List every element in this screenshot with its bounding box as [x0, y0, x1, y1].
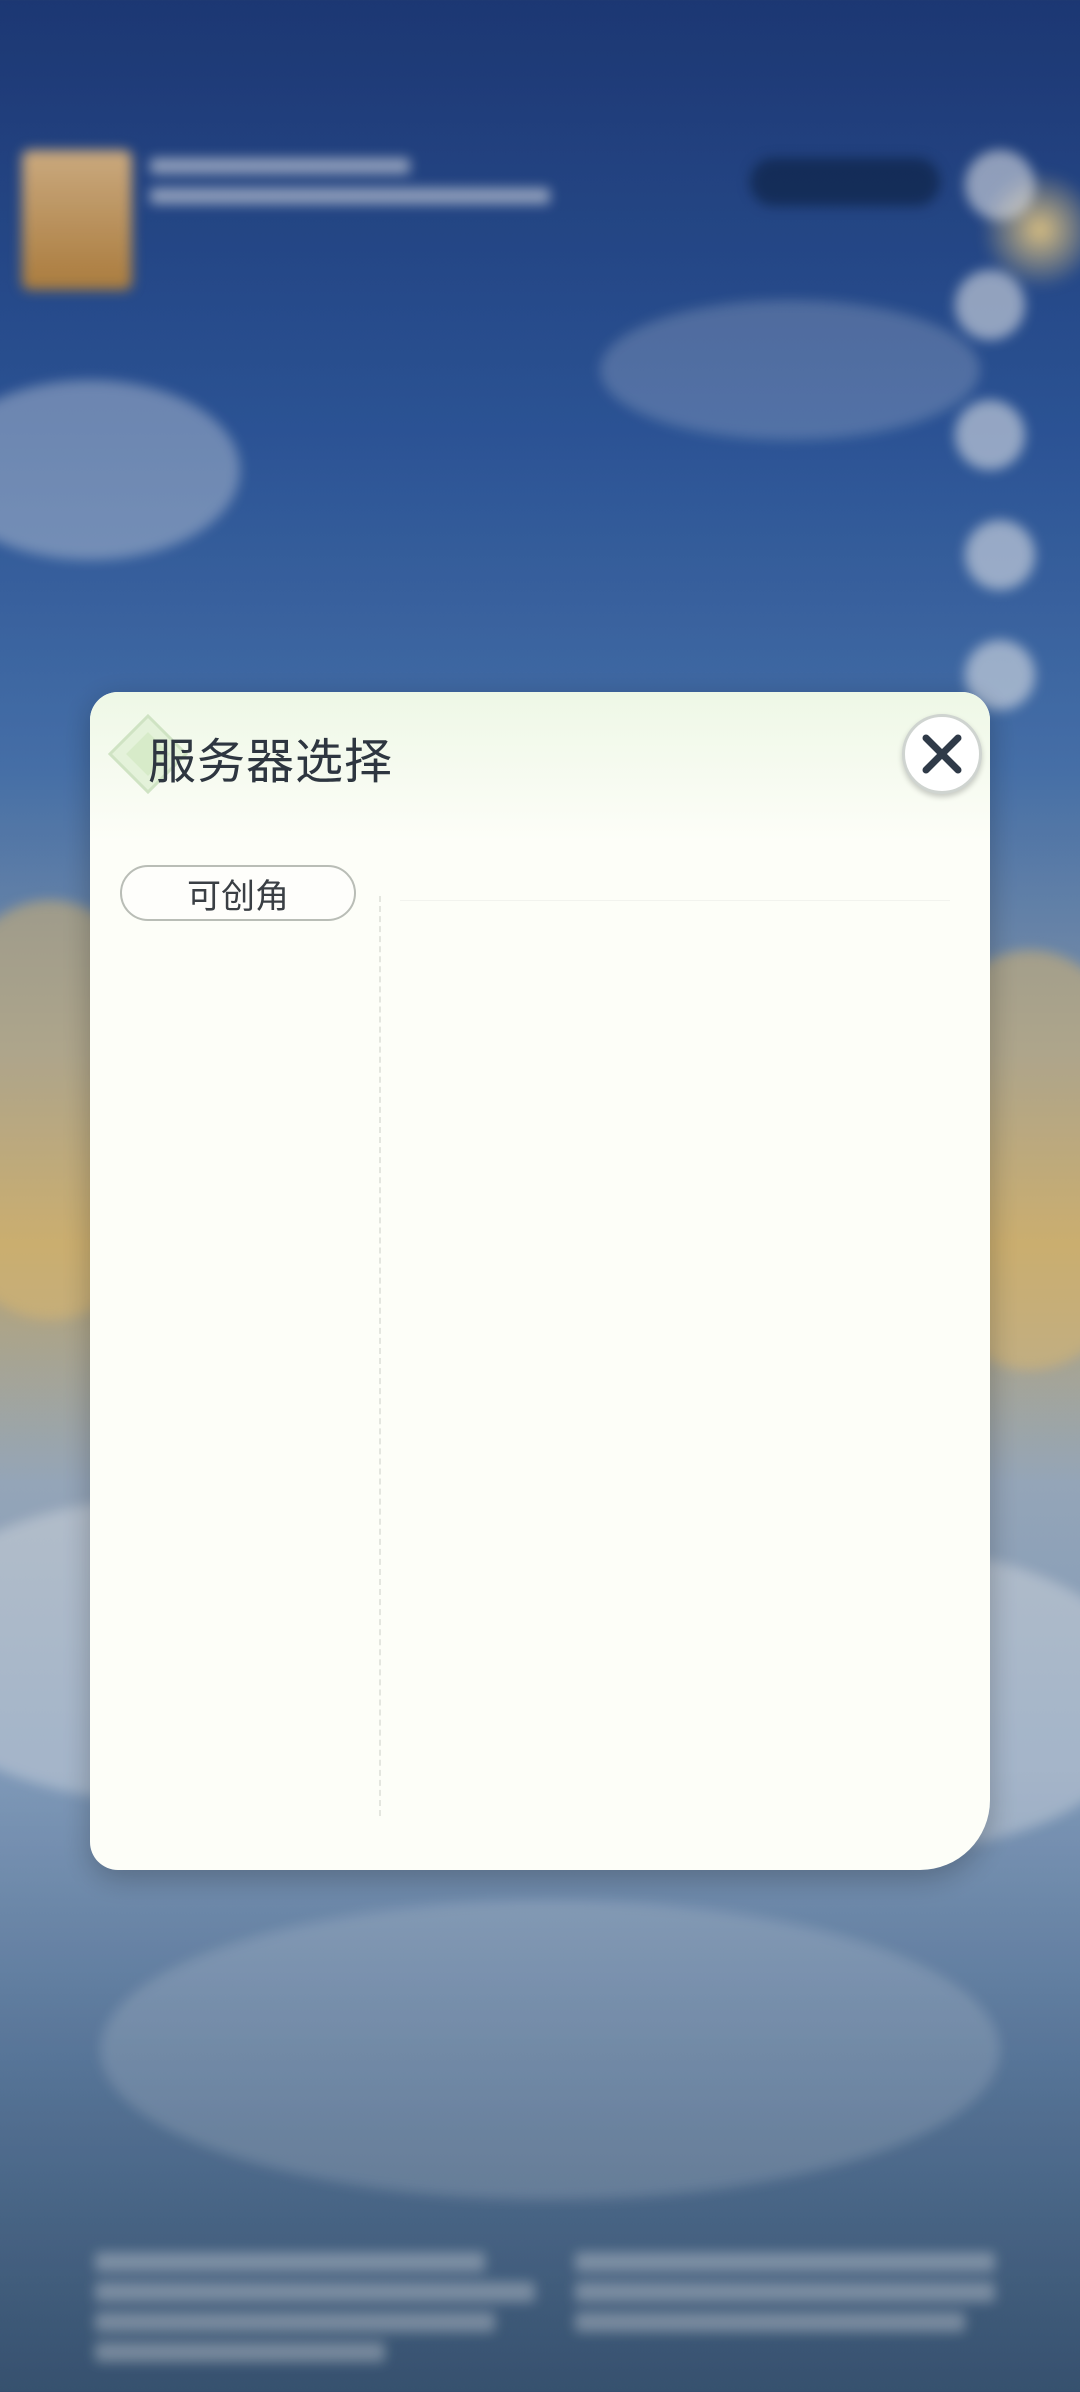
dialog-header: 服务器选择	[90, 692, 990, 842]
dialog-title: 服务器选择	[148, 734, 394, 790]
content-separator	[400, 900, 950, 901]
tab-label: 可创角	[187, 876, 289, 917]
column-divider	[379, 896, 381, 1816]
server-list[interactable]	[390, 906, 970, 1810]
close-button[interactable]	[902, 714, 982, 794]
tab-can-create-role[interactable]: 可创角	[120, 865, 356, 921]
server-select-dialog: 服务器选择 可创角	[90, 692, 990, 1870]
close-icon	[922, 734, 962, 774]
